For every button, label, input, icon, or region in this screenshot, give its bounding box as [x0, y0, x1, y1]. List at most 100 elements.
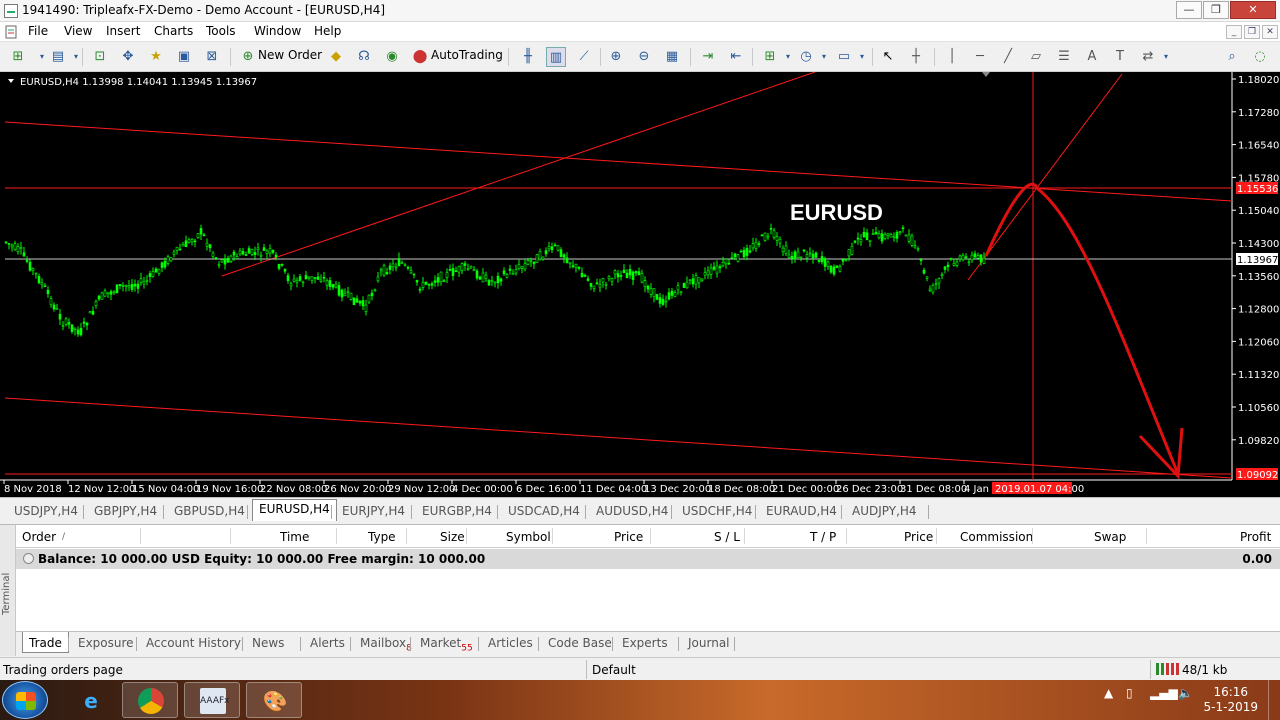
autotrading-icon[interactable]: ⬤	[410, 47, 430, 67]
status-profile[interactable]: Default	[592, 663, 636, 677]
vertical-line-icon[interactable]: │	[942, 47, 962, 67]
chart-shift-icon[interactable]: ⇤	[726, 47, 746, 67]
text-icon[interactable]: A	[1082, 47, 1102, 67]
menu-view[interactable]: View	[60, 24, 96, 38]
symbol-tab[interactable]: USDCHF,H4	[676, 502, 758, 520]
line-chart-icon[interactable]: ⟋	[574, 47, 594, 67]
column-header[interactable]: Swap	[1094, 530, 1126, 544]
terminal-tab-alerts[interactable]: Alerts	[304, 636, 351, 650]
profiles-dropdown-icon[interactable]: ▾	[66, 47, 86, 67]
symbol-tab[interactable]: AUDJPY,H4	[846, 502, 923, 520]
column-header[interactable]: Time	[280, 530, 309, 544]
ie-taskbar-item[interactable]: e	[62, 682, 118, 718]
signals-icon[interactable]: ◉	[382, 47, 402, 67]
strategy-tester-icon[interactable]: ⊠	[202, 47, 222, 67]
tray-device-icon[interactable]: ▯	[1126, 686, 1133, 700]
templates-dropdown-icon[interactable]: ▾	[852, 47, 872, 67]
terminal-taskbar-item[interactable]: AAAFx	[184, 682, 240, 718]
chrome-taskbar-item[interactable]	[122, 682, 178, 718]
chart-area[interactable]: EURUSD,H4 1.13998 1.14041 1.13945 1.1396…	[0, 72, 1280, 497]
navigator-icon[interactable]: ✥	[118, 47, 138, 67]
paint-taskbar-item[interactable]: 🎨	[246, 682, 302, 718]
maximize-button[interactable]: ❐	[1203, 1, 1229, 19]
terminal-icon[interactable]: ▣	[174, 47, 194, 67]
cursor-icon[interactable]: ↖	[878, 47, 898, 67]
fibonacci-icon[interactable]: ☰	[1054, 47, 1074, 67]
trendline-up-2[interactable]	[967, 73, 1123, 281]
market-watch-icon[interactable]: ⊡	[90, 47, 110, 67]
column-header[interactable]: Type	[368, 530, 396, 544]
arrows-icon[interactable]: ⇄	[1138, 47, 1158, 67]
candlestick-icon[interactable]: ▥	[546, 47, 566, 67]
mdi-close-button[interactable]: ✕	[1262, 25, 1278, 39]
tray-network-icon[interactable]: ▂▄▆	[1150, 686, 1178, 700]
symbol-tab[interactable]: EURAUD,H4	[760, 502, 843, 520]
chart-shift-marker-icon[interactable]	[982, 72, 990, 77]
zoom-out-icon[interactable]: ⊖	[634, 47, 654, 67]
autotrading-button[interactable]: AutoTrading	[431, 48, 503, 62]
channel-top-line[interactable]	[4, 121, 1233, 202]
show-desktop-button[interactable]	[1268, 680, 1280, 720]
terminal-tab-trade[interactable]: Trade	[22, 632, 69, 653]
symbol-tab[interactable]: EURGBP,H4	[416, 502, 498, 520]
column-header[interactable]: Price	[904, 530, 933, 544]
minimize-button[interactable]: —	[1176, 1, 1202, 19]
symbol-tab[interactable]: EURUSD,H4	[252, 499, 337, 521]
terminal-tab-mailbox[interactable]: Mailbox8	[354, 636, 418, 653]
profiles-icon[interactable]: ▤	[48, 47, 68, 67]
terminal-tab-market[interactable]: Market55	[414, 636, 479, 653]
column-header[interactable]: Order	[22, 530, 56, 544]
symbol-tab[interactable]: GBPJPY,H4	[88, 502, 163, 520]
mdi-restore-button[interactable]: ❐	[1244, 25, 1260, 39]
taskbar-clock[interactable]: 16:16 5-1-2019	[1204, 685, 1258, 715]
symbol-tab[interactable]: GBPUSD,H4	[168, 502, 251, 520]
symbol-tab[interactable]: AUDUSD,H4	[590, 502, 674, 520]
terminal-tab-account-history[interactable]: Account History	[140, 636, 247, 650]
column-header[interactable]: S / L	[714, 530, 740, 544]
start-button[interactable]	[2, 681, 48, 719]
chart-menu-triangle-icon[interactable]	[8, 79, 14, 83]
tile-windows-icon[interactable]: ▦	[662, 47, 682, 67]
terminal-tab-journal[interactable]: Journal	[682, 636, 736, 650]
indicators-icon[interactable]: ⊞	[760, 47, 780, 67]
terminal-tab-articles[interactable]: Articles	[482, 636, 539, 650]
horizontal-line-icon[interactable]: ─	[970, 47, 990, 67]
menu-help[interactable]: Help	[310, 24, 345, 38]
templates-icon[interactable]: ▭	[834, 47, 854, 67]
search-icon[interactable]: ⌕	[1222, 47, 1242, 67]
column-header[interactable]: Symbol	[506, 530, 551, 544]
column-header[interactable]: Size	[440, 530, 465, 544]
tray-expand-icon[interactable]: ▲	[1104, 686, 1113, 700]
close-button[interactable]: ✕	[1230, 1, 1276, 19]
channel-bottom-line[interactable]	[4, 397, 1233, 479]
terminal-tab-news[interactable]: News	[246, 636, 290, 650]
column-header[interactable]: Profit	[1240, 530, 1271, 544]
metaeditor-icon[interactable]: ◆	[326, 47, 346, 67]
trendline-up[interactable]	[221, 72, 816, 277]
menu-tools[interactable]: Tools	[202, 24, 240, 38]
menu-file[interactable]: File	[24, 24, 52, 38]
balance-row[interactable]: Balance: 10 000.00 USD Equity: 10 000.00…	[16, 549, 1280, 569]
column-header[interactable]: Commission	[960, 530, 1033, 544]
symbol-tab[interactable]: USDCAD,H4	[502, 502, 586, 520]
chat-icon[interactable]: ◌	[1250, 47, 1270, 67]
menu-insert[interactable]: Insert	[102, 24, 144, 38]
terminal-tab-experts[interactable]: Experts	[616, 636, 674, 650]
zoom-in-icon[interactable]: ⊕	[606, 47, 626, 67]
arrows-dropdown-icon[interactable]: ▾	[1156, 47, 1176, 67]
symbol-tab[interactable]: EURJPY,H4	[336, 502, 411, 520]
mdi-minimize-button[interactable]: _	[1226, 25, 1242, 39]
indicators-dropdown-icon[interactable]: ▾	[778, 47, 798, 67]
periods-icon[interactable]: ◷	[796, 47, 816, 67]
terminal-tab-code-base[interactable]: Code Base	[542, 636, 618, 650]
column-header[interactable]: T / P	[810, 530, 836, 544]
new-order-icon[interactable]: ⊕	[238, 47, 258, 67]
tray-volume-icon[interactable]: 🔈	[1178, 686, 1193, 700]
text-label-icon[interactable]: T	[1110, 47, 1130, 67]
new-order-button[interactable]: New Order	[258, 48, 322, 62]
symbol-tab[interactable]: USDJPY,H4	[8, 502, 84, 520]
column-header[interactable]: /	[62, 532, 65, 542]
data-window-icon[interactable]: ★	[146, 47, 166, 67]
periods-dropdown-icon[interactable]: ▾	[814, 47, 834, 67]
column-header[interactable]: Price	[614, 530, 643, 544]
